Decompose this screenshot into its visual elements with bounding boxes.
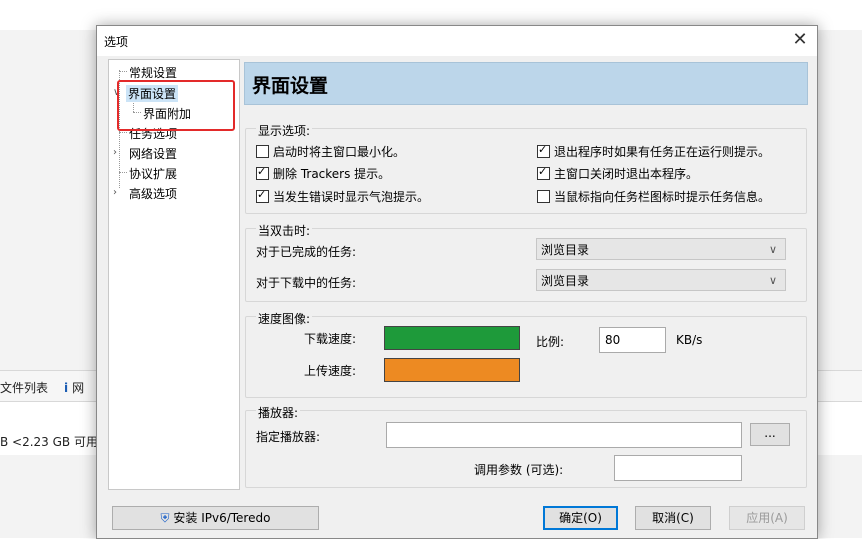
- download-color-swatch[interactable]: [384, 326, 520, 350]
- checkbox-box[interactable]: [256, 145, 269, 158]
- tab-file-list[interactable]: 文件列表: [0, 379, 48, 396]
- tree-item-general[interactable]: 常规设置: [129, 64, 177, 81]
- shield-icon: ⛨: [160, 511, 170, 525]
- checkbox-exit-prompt-label: 退出程序时如果有任务正在运行则提示。: [554, 145, 771, 159]
- checkbox-box[interactable]: [537, 143, 550, 158]
- checkbox-delete-trackers[interactable]: 删除 Trackers 提示。: [256, 165, 390, 182]
- chevron-right-icon[interactable]: ›: [113, 147, 117, 158]
- chevron-down-icon: ∨: [768, 274, 777, 287]
- dialog-title: 选项: [104, 35, 129, 49]
- double-click-group: 当双击时: 对于已完成的任务: 浏览目录 ∨ 对于下载中的任务: 浏览目录 ∨: [245, 222, 807, 302]
- browse-button[interactable]: ...: [750, 423, 790, 446]
- downloading-tasks-label: 对于下载中的任务:: [256, 276, 357, 290]
- tree-item-advanced[interactable]: 高级选项: [129, 185, 177, 202]
- checkbox-minimize[interactable]: 启动时将主窗口最小化。: [256, 143, 405, 160]
- checkbox-error-bubble[interactable]: 当发生错误时显示气泡提示。: [256, 188, 429, 205]
- player-path-input[interactable]: [386, 422, 742, 448]
- section-header: 界面设置: [244, 62, 808, 105]
- install-ipv6-label: 安装 IPv6/Teredo: [173, 511, 271, 525]
- checkbox-close-exit[interactable]: 主窗口关闭时退出本程序。: [537, 165, 698, 182]
- double-click-label: 当双击时:: [256, 222, 313, 239]
- dialog-titlebar: 选项 ✕: [97, 26, 817, 56]
- completed-tasks-select[interactable]: 浏览目录 ∨: [536, 238, 786, 260]
- chevron-down-icon: ∨: [768, 243, 777, 256]
- speed-graph-label: 速度图像:: [256, 310, 313, 327]
- checkbox-box[interactable]: [256, 188, 269, 203]
- background-status-text: B <2.23 GB 可用: [0, 435, 98, 449]
- completed-tasks-label: 对于已完成的任务:: [256, 245, 357, 259]
- tree-item-protocols[interactable]: 协议扩展: [129, 165, 177, 182]
- tree-item-network[interactable]: 网络设置: [129, 145, 177, 162]
- upload-color-swatch[interactable]: [384, 358, 520, 382]
- checkbox-tray-hover-label: 当鼠标指向任务栏图标时提示任务信息。: [554, 190, 771, 204]
- checkbox-box[interactable]: [537, 190, 550, 203]
- tree-connector: [119, 132, 127, 133]
- install-ipv6-button[interactable]: ⛨ 安装 IPv6/Teredo: [112, 506, 319, 530]
- tab-network-info-label: 网: [72, 381, 85, 395]
- info-icon: i: [64, 381, 69, 395]
- section-title: 界面设置: [252, 75, 329, 97]
- checkbox-exit-prompt[interactable]: 退出程序时如果有任务正在运行则提示。: [537, 143, 770, 160]
- checkbox-minimize-label: 启动时将主窗口最小化。: [273, 145, 406, 159]
- checkbox-box[interactable]: [256, 165, 269, 180]
- downloading-tasks-select[interactable]: 浏览目录 ∨: [536, 269, 786, 291]
- tab-network-info[interactable]: i网: [64, 379, 84, 396]
- checkbox-delete-trackers-label: 删除 Trackers 提示。: [273, 167, 391, 181]
- player-label: 播放器:: [256, 404, 301, 421]
- params-input[interactable]: [614, 455, 742, 481]
- cancel-button[interactable]: 取消(C): [635, 506, 711, 530]
- specify-player-label: 指定播放器:: [256, 430, 321, 444]
- params-label: 调用参数 (可选):: [474, 463, 564, 477]
- tree-connector: [119, 71, 127, 72]
- apply-button[interactable]: 应用(A): [729, 506, 805, 530]
- display-options-group: 显示选项: 启动时将主窗口最小化。 删除 Trackers 提示。 当发生错误时…: [245, 122, 807, 214]
- close-icon[interactable]: ✕: [789, 28, 811, 52]
- ratio-label: 比例:: [536, 335, 565, 349]
- downloading-tasks-value: 浏览目录: [541, 274, 590, 288]
- chevron-right-icon[interactable]: ›: [113, 187, 117, 198]
- download-speed-label: 下载速度:: [304, 332, 357, 346]
- display-options-label: 显示选项:: [256, 122, 313, 139]
- speed-graph-group: 速度图像: 下载速度: 比例: 80 KB/s 上传速度:: [245, 310, 807, 398]
- completed-tasks-value: 浏览目录: [541, 243, 590, 257]
- checkbox-tray-hover[interactable]: 当鼠标指向任务栏图标时提示任务信息。: [537, 188, 770, 205]
- ratio-input[interactable]: 80: [599, 327, 666, 353]
- tree-connector: [119, 172, 127, 173]
- upload-speed-label: 上传速度:: [304, 364, 357, 378]
- ok-button[interactable]: 确定(O): [543, 506, 618, 530]
- ratio-unit: KB/s: [676, 333, 703, 347]
- checkbox-box[interactable]: [537, 165, 550, 180]
- selection-highlight-box: [117, 80, 235, 131]
- checkbox-error-bubble-label: 当发生错误时显示气泡提示。: [273, 190, 430, 204]
- checkbox-close-exit-label: 主窗口关闭时退出本程序。: [554, 167, 699, 181]
- player-group: 播放器: 指定播放器: ... 调用参数 (可选):: [245, 404, 807, 488]
